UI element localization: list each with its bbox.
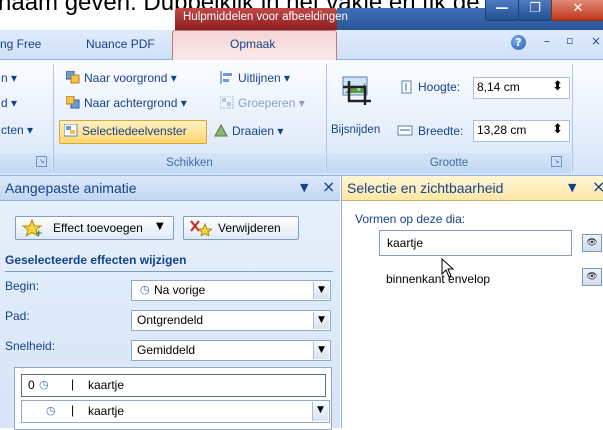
width-label: Breedte: (418, 124, 464, 138)
shapes-label: Vormen op deze dia: (355, 212, 466, 226)
minimize-icon: — (495, 1, 509, 16)
rotate-button[interactable]: Draaien ▾ (214, 123, 284, 138)
bring-forward-label: Naar voorgrond ▾ (84, 71, 177, 85)
start-label: Begin: (5, 279, 40, 293)
selection-pane-label: Selectiedeelvenster (82, 124, 187, 138)
send-backward-button[interactable]: Naar achtergrond ▾ (65, 95, 187, 110)
group-label: Groeperen ▾ (238, 96, 305, 110)
dropdown-arrow-icon[interactable]: ▼ (313, 282, 329, 299)
pane-close-icon[interactable]: × (322, 177, 335, 196)
height-label: Hoogte: (418, 80, 461, 94)
clock-icon: ◷ (140, 283, 150, 296)
ribbon-restore-icon[interactable]: ▫ (566, 34, 573, 47)
height-icon (400, 80, 413, 94)
visibility-eye-icon[interactable]: 👁 (582, 234, 602, 252)
ribbon-close-icon[interactable]: × (591, 34, 601, 48)
bring-forward-button[interactable]: Naar voorgrond ▾ (65, 70, 177, 85)
ribbon-minimize-icon[interactable]: – (544, 34, 550, 48)
selection-pane-icon (63, 123, 78, 137)
tab-opmaak-label[interactable]: Opmaak (230, 37, 275, 51)
section-title: Geselecteerde effecten wijzigen (5, 253, 187, 267)
group-icon (219, 95, 234, 109)
pane-menu-icon[interactable]: ▼ (568, 181, 576, 194)
group-button[interactable]: Groeperen ▾ (219, 95, 305, 110)
start-dropdown[interactable]: ◷ Na vorige ▼ (131, 280, 331, 301)
bring-forward-icon (65, 70, 80, 84)
partial-button-2[interactable]: d ▾ (1, 96, 17, 110)
svg-text:+: + (35, 229, 42, 237)
dropdown-arrow-icon[interactable]: ▼ (313, 312, 329, 329)
add-effect-label: Effect toevoegen (53, 221, 143, 235)
visibility-eye-icon[interactable]: 👁 (582, 268, 602, 286)
speed-label: Snelheid: (5, 339, 56, 353)
rotate-icon (214, 123, 228, 137)
help-icon[interactable]: ? (511, 35, 526, 50)
crop-label[interactable]: Bijsnijden (331, 124, 380, 136)
minimize-window-button[interactable]: — (485, 0, 519, 21)
list-item[interactable]: ◷ | kaartje ▼ (21, 400, 330, 423)
effect-target: kaartje (88, 378, 125, 392)
effect-separator: | (71, 377, 75, 391)
selection-pane-title: Selectie en zichtbaarheid (347, 180, 504, 196)
dropdown-arrow-icon[interactable]: ▼ (313, 342, 329, 359)
remove-effect-icon (190, 220, 214, 238)
dropdown-arrow-icon: ▼ (156, 221, 164, 232)
width-value: 13,28 cm (477, 123, 527, 137)
clock-icon: ◷ (39, 378, 49, 391)
speed-dropdown[interactable]: Gemiddeld ▼ (131, 340, 331, 361)
tab-free[interactable]: ng Free (0, 37, 41, 51)
close-icon: ✕ (572, 1, 584, 16)
height-value: 8,14 cm (477, 80, 520, 94)
speed-value: Gemiddeld (137, 343, 196, 357)
group-divider (572, 64, 573, 172)
size-group-launcher-icon[interactable]: ↘ (551, 156, 562, 167)
align-button[interactable]: Uitlijnen ▾ (220, 71, 290, 85)
shape-name-value: kaartje (387, 236, 424, 250)
star-icon: + (21, 218, 43, 239)
path-dropdown[interactable]: Ontgrendeld ▼ (131, 310, 331, 331)
animation-pane-title: Aangepaste animatie (5, 180, 137, 196)
align-icon (220, 71, 234, 84)
path-label: Pad: (5, 309, 30, 323)
partial-button-1[interactable]: n ▾ (1, 71, 17, 85)
effect-target: kaartje (88, 404, 125, 418)
remove-label: Verwijderen (218, 221, 281, 235)
tab-nuance-pdf[interactable]: Nuance PDF (86, 37, 155, 51)
add-effect-button[interactable]: + Effect toevoegen ▼ (15, 216, 174, 240)
pane-menu-icon[interactable]: ▼ (300, 181, 308, 194)
remove-button[interactable]: Verwijderen (183, 216, 299, 240)
section-divider (5, 271, 333, 272)
arrange-group-footer: Schikken (54, 153, 325, 173)
context-title: Hulpmiddelen voor afbeeldingen (183, 11, 348, 23)
spin-arrows-icon[interactable]: ⬍ (552, 122, 563, 137)
close-window-button[interactable]: ✕ (551, 0, 603, 21)
partial-group-launcher-icon[interactable]: ↘ (36, 156, 47, 167)
partial-button-3[interactable]: cten ▾ (1, 123, 33, 137)
send-backward-label: Naar achtergrond ▾ (84, 96, 187, 110)
start-value: Na vorige (154, 283, 206, 297)
rotate-label: Draaien ▾ (232, 124, 284, 138)
clock-icon: ◷ (46, 404, 56, 417)
effect-order: 0 (28, 378, 35, 392)
selection-pane-content: Selectiedeelvenster (63, 123, 187, 138)
spin-arrows-icon[interactable]: ⬍ (552, 79, 563, 94)
width-icon (397, 123, 413, 137)
dropdown-arrow-icon[interactable]: ▼ (312, 402, 328, 421)
shape-name-input[interactable]: kaartje (379, 230, 572, 256)
effect-separator: | (71, 403, 75, 417)
maximize-window-button[interactable]: ❐ (518, 0, 552, 21)
width-spinner[interactable]: 13,28 cm ⬍ (473, 120, 570, 142)
align-label: Uitlijnen ▾ (238, 71, 291, 85)
size-group-footer: Grootte (327, 153, 571, 173)
send-backward-icon (65, 95, 80, 109)
path-value: Ontgrendeld (137, 313, 204, 327)
shape-list-item[interactable]: binnenkant envelop (386, 272, 490, 286)
height-spinner[interactable]: 8,14 cm ⬍ (473, 77, 570, 99)
list-item[interactable]: 0 ◷ | kaartje (21, 374, 326, 397)
maximize-icon: ❐ (529, 1, 541, 16)
pane-close-icon[interactable]: × (592, 177, 603, 196)
crop-icon[interactable] (341, 73, 375, 107)
